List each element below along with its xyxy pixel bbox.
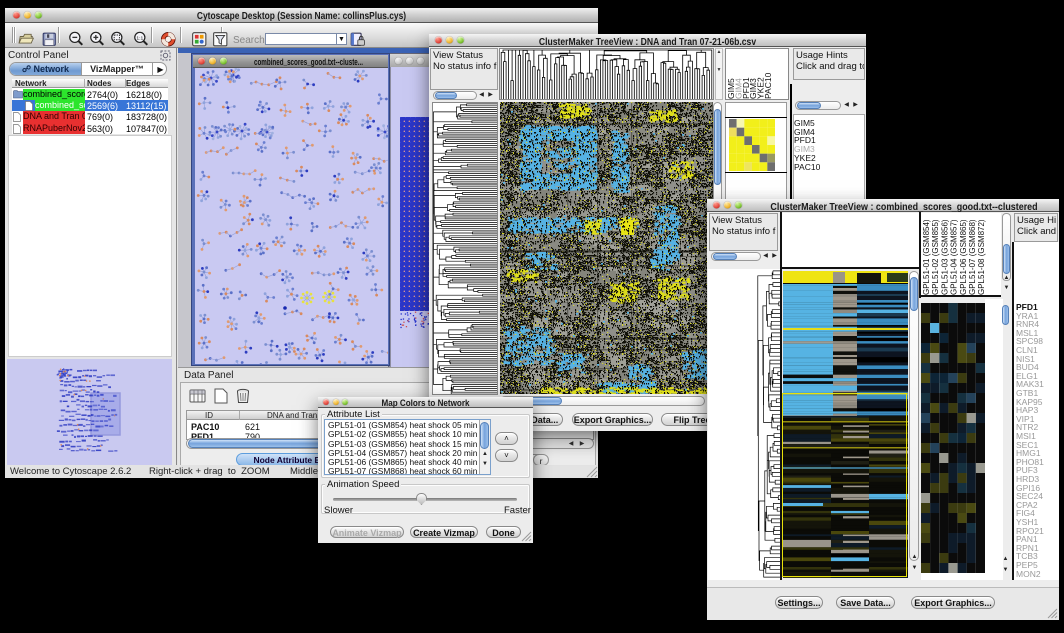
svg-text:GPL51-01 (GSM854): GPL51-01 (GSM854) (922, 219, 931, 295)
svg-text:GPL51-07 (GSM868): GPL51-07 (GSM868) (968, 219, 977, 295)
svg-text:1:1: 1:1 (136, 35, 143, 41)
svg-text:GPL51-03 (GSM856): GPL51-03 (GSM856) (940, 219, 949, 295)
svg-text:GPL51-06 (GSM865): GPL51-06 (GSM865) (959, 219, 968, 295)
svg-text:GPL51-02 (GSM855): GPL51-02 (GSM855) (931, 219, 940, 295)
svg-text:PAC10: PAC10 (763, 72, 773, 99)
svg-text:GPL51-08 (GSM872): GPL51-08 (GSM872) (977, 219, 986, 295)
svg-text:GPL51-04 (GSM857): GPL51-04 (GSM857) (950, 219, 959, 295)
